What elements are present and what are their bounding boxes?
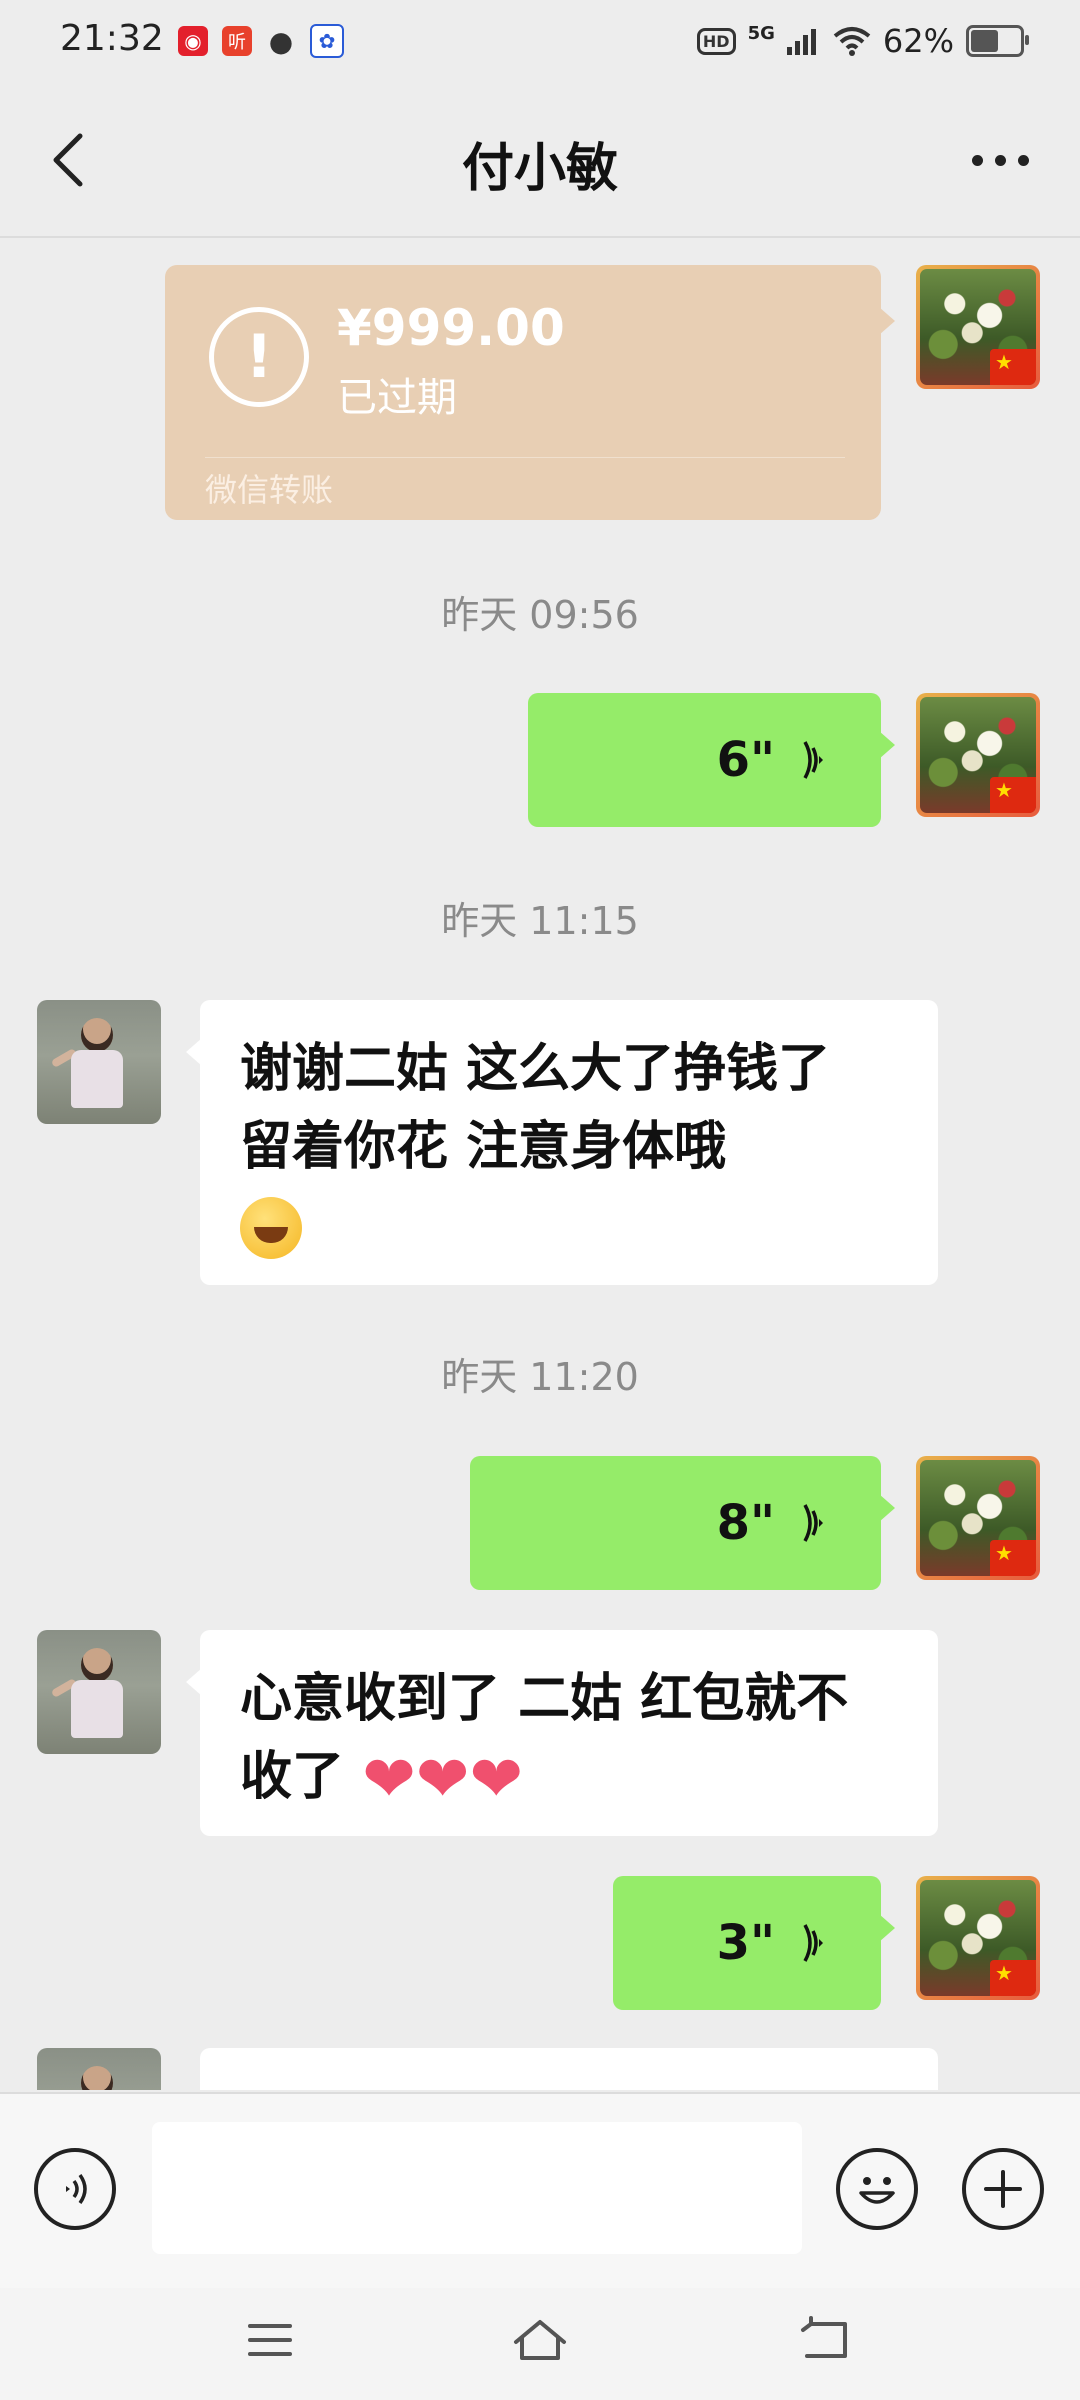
chat-title: 付小敏 <box>461 139 618 199</box>
timestamp: 昨天 11:15 <box>441 899 639 943</box>
contact-avatar[interactable] <box>37 1000 161 1124</box>
menu-button[interactable] <box>230 2310 310 2370</box>
network-label: 5G <box>747 22 775 44</box>
china-flag-icon <box>990 777 1036 813</box>
home-button[interactable] <box>500 2310 580 2370</box>
voice-wave-icon <box>803 741 823 779</box>
more-dots-icon <box>971 154 983 166</box>
plus-icon <box>984 2170 1022 2208</box>
china-flag-icon <box>990 1540 1036 1576</box>
message-text: 谢谢二姑 这么大了挣钱了 留着你花 注意身体哦 <box>240 1039 831 1177</box>
battery-percent: 62% <box>882 22 954 60</box>
text-message[interactable]: 心意收到了 二姑 红包就不收了 ❤❤❤ <box>186 1630 938 1836</box>
voice-wave-icon <box>803 1504 823 1542</box>
hd-badge: HD <box>696 27 736 55</box>
voice-message[interactable]: 6" <box>528 693 895 827</box>
my-avatar[interactable] <box>916 265 1040 389</box>
wifi-icon <box>833 27 871 56</box>
back-icon <box>801 2316 847 2358</box>
timestamp: 昨天 11:20 <box>441 1355 639 1399</box>
status-app-icons: ◉ 听 ● ✿ <box>178 24 344 58</box>
more-button[interactable] <box>960 128 1040 192</box>
transfer-status: 已过期 <box>337 375 457 421</box>
message-input[interactable] <box>152 2122 802 2254</box>
my-avatar[interactable] <box>916 1876 1040 2000</box>
exclamation-icon: ! <box>209 307 309 407</box>
signal-icon <box>786 29 816 55</box>
china-flag-icon <box>990 1960 1036 1996</box>
voice-message[interactable]: 3" <box>613 1876 895 2010</box>
plus-button[interactable] <box>962 2148 1044 2230</box>
system-navigation-bar <box>0 2288 1080 2400</box>
message-text: 心意收到了 二姑 红包就不收了 <box>240 1669 849 1807</box>
text-message[interactable]: 谢谢二姑 这么大了挣钱了 留着你花 注意身体哦 <box>186 1000 938 1285</box>
my-avatar[interactable] <box>916 1456 1040 1580</box>
voice-input-button[interactable] <box>34 2148 116 2230</box>
home-icon <box>514 2320 566 2360</box>
china-flag-icon <box>990 349 1036 385</box>
netease-music-icon: ◉ <box>178 26 208 56</box>
listen-app-icon: 听 <box>222 26 252 56</box>
emoji-icon <box>859 2177 895 2204</box>
menu-icon <box>248 2324 292 2356</box>
voice-input-icon <box>66 2173 87 2205</box>
voice-duration: 6" <box>716 732 775 788</box>
status-time: 21:32 <box>60 18 164 59</box>
battery-icon <box>966 25 1029 57</box>
input-bar <box>0 2092 1080 2290</box>
voice-message[interactable]: 8" <box>470 1456 895 1590</box>
status-bar: 21:32 ◉ 听 ● ✿ HD 5G 62% <box>0 0 1080 86</box>
baidu-icon: ✿ <box>310 24 344 58</box>
divider <box>205 457 845 458</box>
my-avatar[interactable] <box>916 693 1040 817</box>
transfer-card[interactable]: ! ¥999.00 已过期 微信转账 <box>165 265 895 520</box>
chat-message-list[interactable]: ! ¥999.00 已过期 微信转账 昨天 09:56 6" 昨天 11:15 … <box>0 238 1080 2090</box>
transfer-amount: ¥999.00 <box>337 299 565 357</box>
voice-duration: 8" <box>716 1495 775 1551</box>
chat-bubble-icon: ● <box>268 24 294 58</box>
text-message[interactable] <box>200 2048 938 2090</box>
status-right: HD 5G 62% <box>696 22 1029 60</box>
contact-avatar[interactable] <box>37 1630 161 1754</box>
contact-avatar[interactable] <box>37 2048 161 2090</box>
emoji-button[interactable] <box>836 2148 918 2230</box>
hugging-face-emoji <box>240 1197 302 1259</box>
voice-duration: 3" <box>716 1915 775 1971</box>
transfer-label: 微信转账 <box>205 471 334 509</box>
chat-header: 付小敏 <box>0 86 1080 238</box>
back-nav-button[interactable] <box>785 2310 865 2370</box>
timestamp: 昨天 09:56 <box>441 593 639 637</box>
heart-emoji: ❤❤❤ <box>362 1743 523 1817</box>
voice-wave-icon <box>803 1924 823 1962</box>
